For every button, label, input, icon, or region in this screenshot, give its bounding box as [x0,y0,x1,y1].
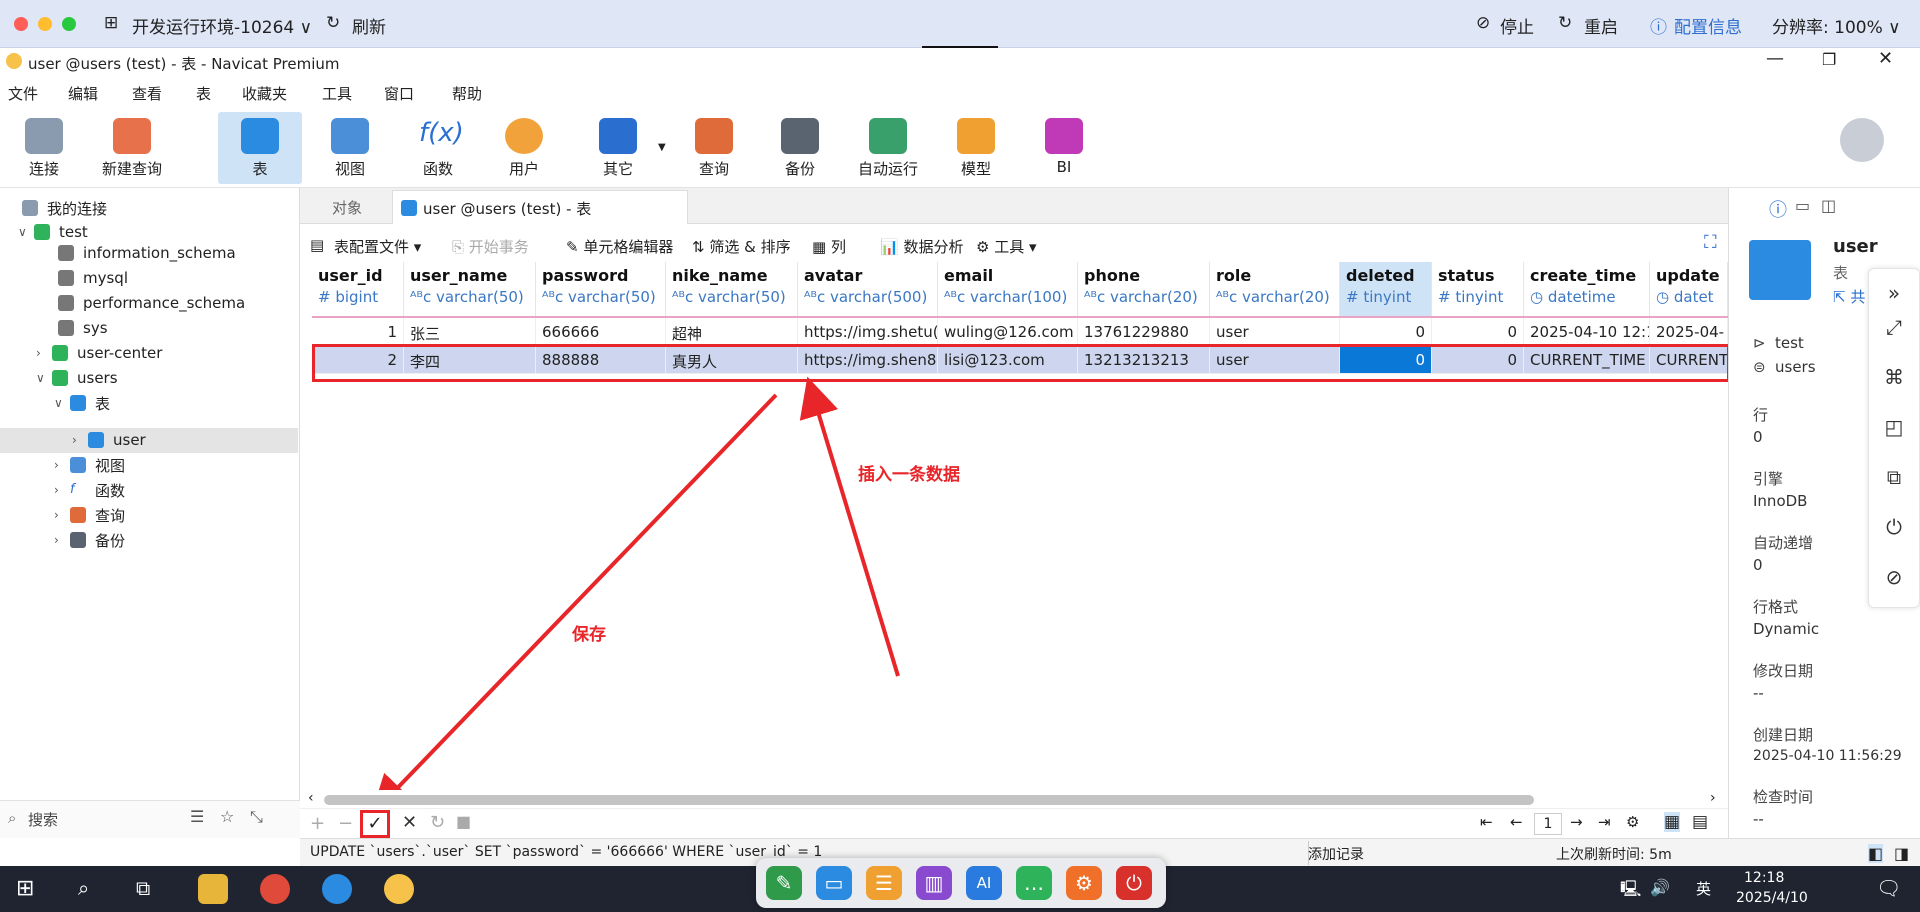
table-large-icon [1749,240,1811,300]
annotation-insert: 插入一条数据 [858,465,960,485]
ai-app-icon[interactable]: AI [966,866,1002,900]
book-app-icon[interactable]: ▥ [916,866,952,900]
annotation-arrows [370,376,900,816]
edge-icon[interactable] [322,874,352,904]
info-icon[interactable]: ⓘ [1769,196,1787,222]
info-engine-label: 引擎 [1753,470,1784,488]
info-modified-label: 修改日期 [1753,662,1814,680]
info-autoinc-label: 自动递增 [1753,534,1814,552]
notes-app-icon[interactable]: ☰ [866,866,902,900]
ddl-icon[interactable]: ▭ [1795,196,1810,215]
volume-icon[interactable]: 🔊 [1650,878,1670,897]
info-rowformat-label: 行格式 [1753,598,1799,616]
prev-page-icon[interactable]: ← [1510,813,1523,831]
ime-indicator[interactable]: 英 [1696,878,1711,899]
first-page-icon[interactable]: ⇤ [1480,813,1493,831]
scroll-left-icon[interactable]: ‹ [308,790,314,806]
delete-record-icon[interactable]: − [338,813,353,834]
network-icon[interactable]: 🖳 [1620,878,1641,905]
settings-app-icon[interactable]: ⚙ [1066,866,1102,900]
status-sql: UPDATE `users`.`user` SET `password` = '… [310,844,823,860]
share-link[interactable]: ⇱ 共 [1833,286,1865,307]
panel-toggle-icon[interactable]: ◧ [1868,844,1884,863]
horizontal-scrollbar[interactable]: ‹ › [308,790,1728,808]
info-rows: 0 [1753,428,1763,446]
info-name: user [1833,236,1878,257]
notification-icon[interactable]: 🗨 [1876,876,1901,900]
expand-right-icon[interactable]: » [1881,281,1907,307]
record-toolbar: + − ✓ ✕ ↻ ■ ⇤ ← 1 → ⇥ ⚙ ▦ ▤ [300,808,1728,838]
info-conn: test [1775,334,1804,352]
status-mode: 添加记录 [1308,847,1364,863]
next-page-icon[interactable]: → [1570,813,1583,831]
info-checked-label: 检查时间 [1753,788,1814,806]
scroll-right-icon[interactable]: › [1710,790,1716,806]
discard-icon[interactable]: ✕ [402,812,417,833]
copy-icon[interactable]: ⧉ [1881,465,1907,491]
settings-icon[interactable]: ⚙ [1626,813,1639,831]
conn-icon: ⊳ [1753,334,1766,352]
clock-time: 12:18 [1744,870,1785,886]
chat-app-icon[interactable]: … [1016,866,1052,900]
add-record-icon[interactable]: + [310,813,325,834]
db-icon: ⊜ [1753,358,1766,376]
file-explorer-icon[interactable] [198,874,228,904]
share-label: 共 [1850,288,1866,306]
info-rows-label: 行 [1753,406,1769,424]
info-checked: -- [1753,810,1764,828]
floating-side-tools: » ⤢ ⌘ ◰ ⧉ ⏻ ⊘ [1868,268,1920,608]
search-icon[interactable]: ⌕ [78,876,89,900]
desktop-app-icon[interactable]: ▭ [816,866,852,900]
fullscreen-icon[interactable]: ⤢ [1881,315,1907,341]
insert-arrow [799,376,900,677]
form-view-icon[interactable]: ▤ [1692,812,1708,832]
sign-app-icon[interactable]: ✎ [766,866,802,900]
chrome-icon[interactable] [260,874,290,904]
page-number-input[interactable]: 1 [1534,813,1562,835]
info-db: users [1775,358,1816,376]
info-modified: -- [1753,684,1764,702]
info-engine: InnoDB [1753,492,1808,510]
info-created-label: 创建日期 [1753,726,1814,744]
panel-toggle-right-icon[interactable]: ◨ [1894,844,1909,863]
remote-dock: ✎ ▭ ☰ ▥ AI … ⚙ ⏻ [756,858,1166,908]
power-icon[interactable]: ⏻ [1881,515,1907,541]
save-check-icon[interactable]: ✓ [360,810,390,838]
annotation-save: 保存 [572,625,606,645]
info-created: 2025-04-10 11:56:29 [1753,748,1902,764]
scroll-thumb[interactable] [324,795,1534,805]
split-icon[interactable]: ⌘ [1881,365,1907,391]
layout-icon[interactable]: ◫ [1821,196,1836,215]
info-kind: 表 [1833,264,1849,282]
status-refresh: 上次刷新时间: 5m [1556,847,1672,863]
grid-view-icon[interactable]: ▦ [1664,812,1681,832]
info-autoinc: 0 [1753,556,1763,574]
start-icon[interactable]: ⊞ [16,876,34,901]
power-app-icon[interactable]: ⏻ [1116,866,1152,900]
task-view-icon[interactable]: ⧉ [136,876,150,900]
stop-icon[interactable]: ■ [456,812,471,831]
clock-date: 2025/4/10 [1736,890,1808,906]
refresh-icon[interactable]: ↻ [430,812,445,833]
save-arrow [370,393,778,816]
info-rowformat: Dynamic [1753,620,1820,638]
navicat-taskbar-icon[interactable] [384,874,414,904]
hide-eye-icon[interactable]: ⊘ [1881,565,1907,591]
last-page-icon[interactable]: ⇥ [1598,813,1611,831]
panel-icon[interactable]: ◰ [1881,415,1907,441]
